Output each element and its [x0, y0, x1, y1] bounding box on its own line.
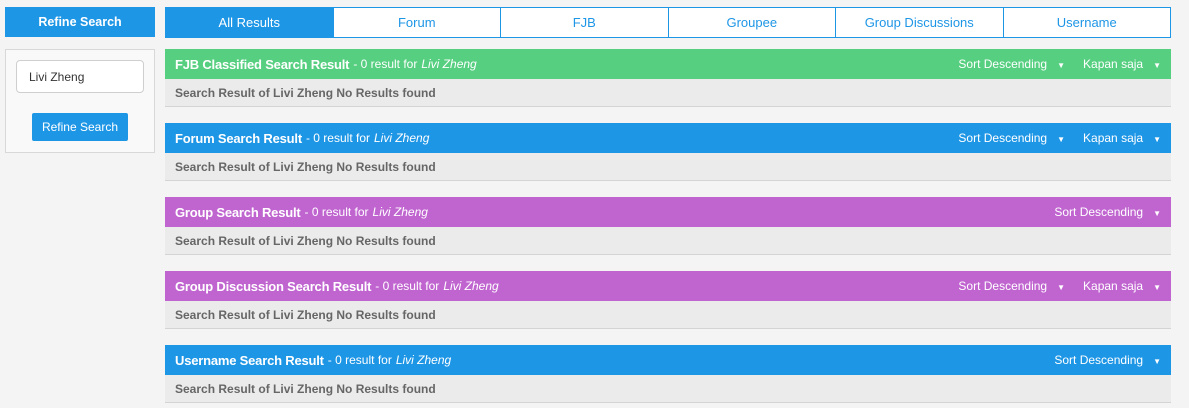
tab-groupee[interactable]: Groupee [667, 8, 836, 37]
result-count: - 0 result for [353, 57, 418, 71]
section-title: Group Discussion Search Result [175, 278, 372, 294]
username-result-section: Username Search Result - 0 result for Li… [165, 345, 1171, 403]
group-result-section: Group Search Result - 0 result for Livi … [165, 197, 1171, 255]
result-count: - 0 result for [327, 353, 392, 367]
tab-username[interactable]: Username [1002, 8, 1171, 37]
time-filter-dropdown[interactable]: Kapan saja ▼ [1083, 131, 1161, 145]
time-filter-dropdown[interactable]: Kapan saja ▼ [1083, 57, 1161, 71]
time-filter-label: Kapan saja [1083, 57, 1144, 71]
sort-label: Sort Descending [1054, 353, 1144, 367]
sort-label: Sort Descending [1054, 205, 1144, 219]
no-results-message: Search Result of Livi Zheng No Results f… [165, 301, 1171, 329]
tab-all-results[interactable]: All Results [166, 8, 333, 37]
result-query: Livi Zheng [372, 205, 428, 219]
no-results-message: Search Result of Livi Zheng No Results f… [165, 227, 1171, 255]
result-count: - 0 result for [305, 131, 370, 145]
result-query: Livi Zheng [421, 57, 477, 71]
time-filter-label: Kapan saja [1083, 131, 1144, 145]
username-section-header: Username Search Result - 0 result for Li… [165, 345, 1171, 375]
result-count: - 0 result for [304, 205, 369, 219]
caret-down-icon: ▼ [1153, 208, 1161, 218]
tab-forum[interactable]: Forum [332, 8, 501, 37]
result-query: Livi Zheng [374, 131, 430, 145]
refine-search-header: Refine Search [5, 7, 155, 37]
caret-down-icon: ▼ [1057, 282, 1066, 292]
section-title: Group Search Result [175, 204, 301, 220]
fjb-section-header: FJB Classified Search Result - 0 result … [165, 49, 1171, 79]
section-controls: Sort Descending ▼ Kapan saja ▼ [940, 279, 1161, 293]
group-discussion-section-header: Group Discussion Search Result - 0 resul… [165, 271, 1171, 301]
section-title: FJB Classified Search Result [175, 56, 350, 72]
sort-label: Sort Descending [958, 279, 1048, 293]
result-count: - 0 result for [375, 279, 440, 293]
sort-label: Sort Descending [958, 131, 1048, 145]
caret-down-icon: ▼ [1153, 134, 1161, 144]
sort-dropdown[interactable]: Sort Descending ▼ [1054, 205, 1161, 219]
caret-down-icon: ▼ [1057, 134, 1066, 144]
refine-search-button[interactable]: Refine Search [32, 113, 128, 141]
caret-down-icon: ▼ [1153, 282, 1161, 292]
result-tabs: All Results Forum FJB Groupee Group Disc… [165, 7, 1171, 38]
fjb-result-section: FJB Classified Search Result - 0 result … [165, 49, 1171, 107]
no-results-message: Search Result of Livi Zheng No Results f… [165, 375, 1171, 403]
result-query: Livi Zheng [395, 353, 452, 367]
sort-label: Sort Descending [958, 57, 1048, 71]
no-results-message: Search Result of Livi Zheng No Results f… [165, 153, 1171, 181]
group-section-header: Group Search Result - 0 result for Livi … [165, 197, 1171, 227]
caret-down-icon: ▼ [1057, 60, 1066, 70]
caret-down-icon: ▼ [1153, 60, 1161, 70]
sort-dropdown[interactable]: Sort Descending ▼ [958, 57, 1065, 71]
time-filter-label: Kapan saja [1083, 279, 1144, 293]
sort-dropdown[interactable]: Sort Descending ▼ [958, 131, 1065, 145]
no-results-message: Search Result of Livi Zheng No Results f… [165, 79, 1171, 107]
results-list: FJB Classified Search Result - 0 result … [165, 49, 1171, 408]
search-page: Refine Search Refine Search All Results … [0, 0, 1189, 408]
section-title: Forum Search Result [175, 130, 302, 146]
section-controls: Sort Descending ▼ [1036, 205, 1161, 219]
section-controls: Sort Descending ▼ Kapan saja ▼ [940, 57, 1161, 71]
sort-dropdown[interactable]: Sort Descending ▼ [1054, 353, 1161, 367]
tab-group-discussions[interactable]: Group Discussions [835, 8, 1003, 37]
section-controls: Sort Descending ▼ [1036, 353, 1161, 367]
forum-section-header: Forum Search Result - 0 result for Livi … [165, 123, 1171, 153]
group-discussion-result-section: Group Discussion Search Result - 0 resul… [165, 271, 1171, 329]
refine-search-box: Refine Search [5, 49, 155, 153]
caret-down-icon: ▼ [1153, 356, 1161, 366]
sort-dropdown[interactable]: Sort Descending ▼ [958, 279, 1065, 293]
time-filter-dropdown[interactable]: Kapan saja ▼ [1083, 279, 1161, 293]
refine-search-sidebar: Refine Search Refine Search [5, 7, 155, 153]
tab-fjb[interactable]: FJB [500, 8, 668, 37]
section-title: Username Search Result [175, 352, 324, 368]
search-input[interactable] [16, 60, 144, 93]
forum-result-section: Forum Search Result - 0 result for Livi … [165, 123, 1171, 181]
section-controls: Sort Descending ▼ Kapan saja ▼ [940, 131, 1161, 145]
result-query: Livi Zheng [443, 279, 499, 293]
